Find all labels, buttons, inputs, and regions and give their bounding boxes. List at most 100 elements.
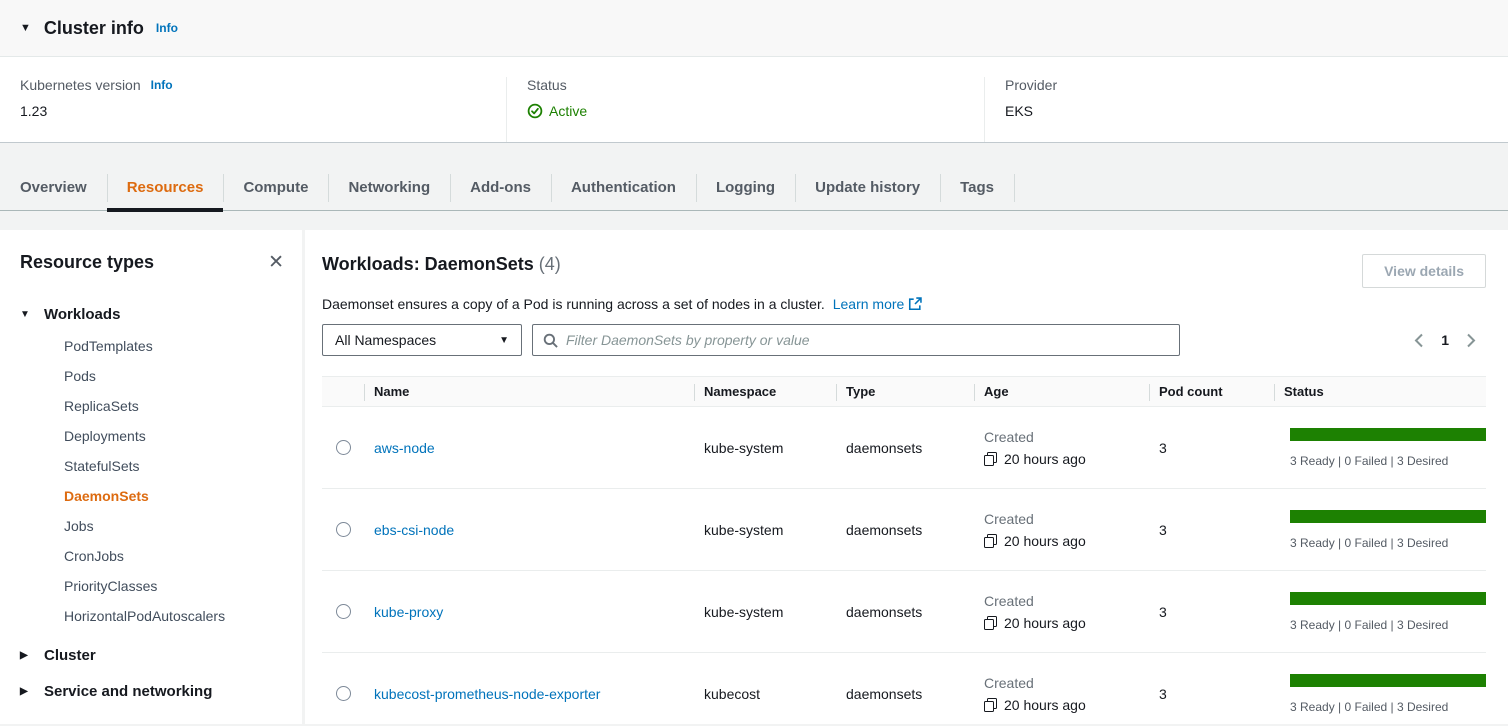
age-value: 20 hours ago: [1004, 451, 1086, 467]
copy-icon[interactable]: [984, 698, 997, 712]
sidebar-item-deployments[interactable]: Deployments: [20, 421, 284, 451]
tab-networking[interactable]: Networking: [328, 165, 450, 210]
pod-count-cell: 3: [1149, 522, 1274, 538]
resource-types-sidebar: Resource types ✕ ▼ Workloads PodTemplate…: [0, 230, 302, 724]
status-cell: 3 Ready | 0 Failed | 3 Desired: [1274, 428, 1486, 468]
provider-field: Provider EKS: [984, 77, 1488, 142]
tab-overview[interactable]: Overview: [0, 165, 107, 210]
sidebar-item-horizontalpodautoscalers[interactable]: HorizontalPodAutoscalers: [20, 601, 284, 631]
tab-logging[interactable]: Logging: [696, 165, 795, 210]
table-header-row: Name Namespace Type Age Pod count Status: [322, 376, 1486, 407]
row-radio-button[interactable]: [336, 522, 351, 537]
chevron-down-icon: ▼: [499, 335, 509, 346]
copy-icon[interactable]: [984, 534, 997, 548]
copy-icon[interactable]: [984, 616, 997, 630]
tab-compute[interactable]: Compute: [223, 165, 328, 210]
provider-value: EKS: [1005, 103, 1488, 119]
search-box: [532, 324, 1180, 356]
status-progress-bar: [1290, 592, 1486, 605]
sidebar-item-replicasets[interactable]: ReplicaSets: [20, 391, 284, 421]
sidebar-item-cronjobs[interactable]: CronJobs: [20, 541, 284, 571]
sidebar-item-podtemplates[interactable]: PodTemplates: [20, 331, 284, 361]
type-cell: daemonsets: [836, 686, 974, 702]
age-cell: Created 20 hours ago: [974, 675, 1149, 713]
status-value: Active: [549, 103, 587, 119]
daemonset-name-link[interactable]: kubecost-prometheus-node-exporter: [374, 686, 600, 702]
panel-description: Daemonset ensures a copy of a Pod is run…: [322, 296, 1486, 312]
column-header-age: Age: [974, 377, 1149, 406]
close-icon[interactable]: ✕: [268, 253, 284, 272]
namespace-filter-select[interactable]: All Namespaces ▼: [322, 324, 522, 356]
sidebar-item-priorityclasses[interactable]: PriorityClasses: [20, 571, 284, 601]
column-header-namespace: Namespace: [694, 377, 836, 406]
daemonset-name-link[interactable]: kube-proxy: [374, 604, 443, 620]
pod-count-cell: 3: [1149, 604, 1274, 620]
row-radio-button[interactable]: [336, 440, 351, 455]
current-page-number[interactable]: 1: [1441, 332, 1449, 348]
status-field: Status Active: [506, 77, 984, 142]
resource-tree: ▼ Workloads PodTemplates Pods ReplicaSet…: [20, 303, 284, 703]
type-cell: daemonsets: [836, 604, 974, 620]
age-label: Created: [984, 593, 1149, 609]
sidebar-item-jobs[interactable]: Jobs: [20, 511, 284, 541]
namespace-cell: kubecost: [694, 686, 836, 702]
tree-section-cluster[interactable]: ▶ Cluster: [20, 644, 284, 667]
namespace-cell: kube-system: [694, 522, 836, 538]
learn-more-link[interactable]: Learn more: [833, 296, 923, 312]
namespace-filter-value: All Namespaces: [335, 332, 436, 348]
cluster-info-link[interactable]: Info: [156, 21, 178, 35]
tab-authentication[interactable]: Authentication: [551, 165, 696, 210]
type-cell: daemonsets: [836, 440, 974, 456]
kubernetes-version-info-link[interactable]: Info: [151, 78, 173, 92]
row-radio-button[interactable]: [336, 604, 351, 619]
description-text: Daemonset ensures a copy of a Pod is run…: [322, 296, 825, 312]
table-row: aws-node kube-system daemonsets Created …: [322, 407, 1486, 489]
cluster-info-header: ▼ Cluster info Info: [0, 0, 1508, 57]
column-header-name: Name: [364, 377, 694, 406]
content-area: Resource types ✕ ▼ Workloads PodTemplate…: [0, 230, 1508, 724]
table-row: ebs-csi-node kube-system daemonsets Crea…: [322, 489, 1486, 571]
age-label: Created: [984, 675, 1149, 691]
status-text: 3 Ready | 0 Failed | 3 Desired: [1290, 454, 1486, 468]
age-value: 20 hours ago: [1004, 533, 1086, 549]
daemonsets-table: Name Namespace Type Age Pod count Status…: [322, 376, 1486, 724]
chevron-right-icon: [1467, 333, 1476, 348]
tab-update-history[interactable]: Update history: [795, 165, 940, 210]
namespace-cell: kube-system: [694, 440, 836, 456]
daemonsets-panel: Workloads: DaemonSets (4) View details D…: [305, 230, 1508, 724]
previous-page-button[interactable]: [1412, 331, 1425, 350]
row-radio-button[interactable]: [336, 686, 351, 701]
sidebar-item-statefulsets[interactable]: StatefulSets: [20, 451, 284, 481]
next-page-button[interactable]: [1465, 331, 1478, 350]
tree-section-service-and-networking[interactable]: ▶ Service and networking: [20, 680, 284, 703]
daemonset-name-link[interactable]: aws-node: [374, 440, 435, 456]
external-link-icon: [908, 297, 922, 311]
sidebar-item-daemonsets[interactable]: DaemonSets: [20, 481, 284, 511]
search-input[interactable]: [566, 332, 1169, 348]
status-progress-bar: [1290, 674, 1486, 687]
tree-section-label: Cluster: [44, 647, 96, 664]
pod-count-cell: 3: [1149, 440, 1274, 456]
sidebar-item-pods[interactable]: Pods: [20, 361, 284, 391]
collapse-caret-icon[interactable]: ▼: [20, 22, 31, 34]
age-cell: Created 20 hours ago: [974, 429, 1149, 467]
cluster-summary-card: Kubernetes version Info 1.23 Status Acti…: [0, 57, 1508, 143]
tree-section-workloads[interactable]: ▼ Workloads: [20, 303, 284, 326]
namespace-cell: kube-system: [694, 604, 836, 620]
copy-icon[interactable]: [984, 452, 997, 466]
cluster-info-title: Cluster info: [44, 18, 144, 39]
status-progress-bar: [1290, 510, 1486, 523]
tab-tags[interactable]: Tags: [940, 165, 1014, 210]
tab-bar: Overview Resources Compute Networking Ad…: [0, 165, 1508, 211]
view-details-button[interactable]: View details: [1362, 254, 1486, 288]
kubernetes-version-label: Kubernetes version: [20, 77, 141, 93]
status-cell: 3 Ready | 0 Failed | 3 Desired: [1274, 510, 1486, 550]
age-label: Created: [984, 511, 1149, 527]
tab-add-ons[interactable]: Add-ons: [450, 165, 551, 210]
daemonset-name-link[interactable]: ebs-csi-node: [374, 522, 454, 538]
caret-right-icon: ▶: [20, 650, 44, 661]
age-value: 20 hours ago: [1004, 697, 1086, 713]
age-cell: Created 20 hours ago: [974, 593, 1149, 631]
tabs-area: Overview Resources Compute Networking Ad…: [0, 143, 1508, 211]
tab-resources[interactable]: Resources: [107, 165, 224, 210]
